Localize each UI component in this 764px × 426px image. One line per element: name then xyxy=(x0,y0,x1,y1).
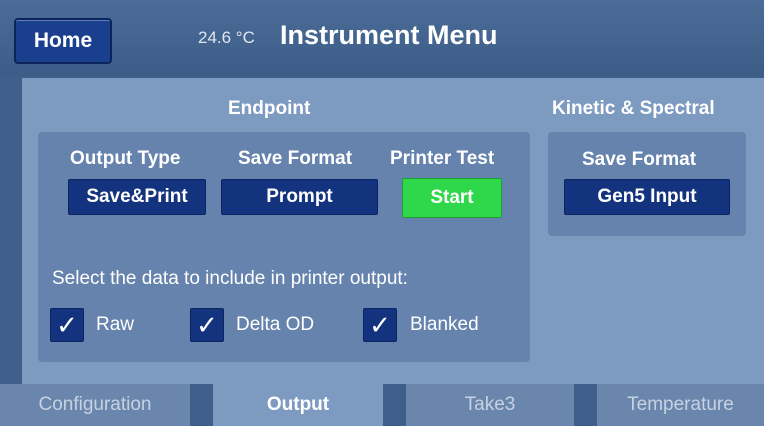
endpoint-save-format-label: Save Format xyxy=(238,148,353,169)
select-data-label: Select the data to include in printer ou… xyxy=(52,268,408,289)
blanked-label: Blanked xyxy=(410,314,479,335)
blanked-checkbox[interactable]: ✓ xyxy=(363,308,397,342)
kinetic-spectral-title: Kinetic & Spectral xyxy=(552,98,715,119)
endpoint-title: Endpoint xyxy=(228,98,311,119)
endpoint-box: Output Type Save Format Printer Test Sav… xyxy=(38,132,530,362)
check-icon: ✓ xyxy=(369,309,391,340)
tab-bar: Configuration Output Take3 Temperature xyxy=(0,384,764,426)
top-bar: Home 24.6 °C Instrument Menu xyxy=(0,0,764,76)
kinetic-save-format-label: Save Format xyxy=(582,149,697,170)
printer-test-label: Printer Test xyxy=(390,148,495,169)
home-button[interactable]: Home xyxy=(14,18,112,64)
raw-checkbox[interactable]: ✓ xyxy=(50,308,84,342)
output-type-label: Output Type xyxy=(70,148,181,169)
kinetic-spectral-box: Save Format Gen5 Input xyxy=(548,132,746,236)
delta-od-label: Delta OD xyxy=(236,314,315,335)
output-type-select[interactable]: Save&Print xyxy=(68,179,206,215)
temperature-readout: 24.6 °C xyxy=(198,28,255,47)
check-icon: ✓ xyxy=(56,309,78,340)
printer-test-start-button[interactable]: Start xyxy=(402,178,502,218)
check-icon: ✓ xyxy=(196,309,218,340)
tab-take3[interactable]: Take3 xyxy=(406,384,574,426)
output-panel: Endpoint Kinetic & Spectral Output Type … xyxy=(22,78,764,384)
tab-configuration[interactable]: Configuration xyxy=(0,384,190,426)
delta-od-checkbox[interactable]: ✓ xyxy=(190,308,224,342)
page-title: Instrument Menu xyxy=(280,20,498,50)
tab-temperature[interactable]: Temperature xyxy=(597,384,764,426)
endpoint-save-format-select[interactable]: Prompt xyxy=(221,179,378,215)
raw-label: Raw xyxy=(96,314,135,335)
kinetic-save-format-select[interactable]: Gen5 Input xyxy=(564,179,730,215)
tab-output[interactable]: Output xyxy=(213,384,383,426)
